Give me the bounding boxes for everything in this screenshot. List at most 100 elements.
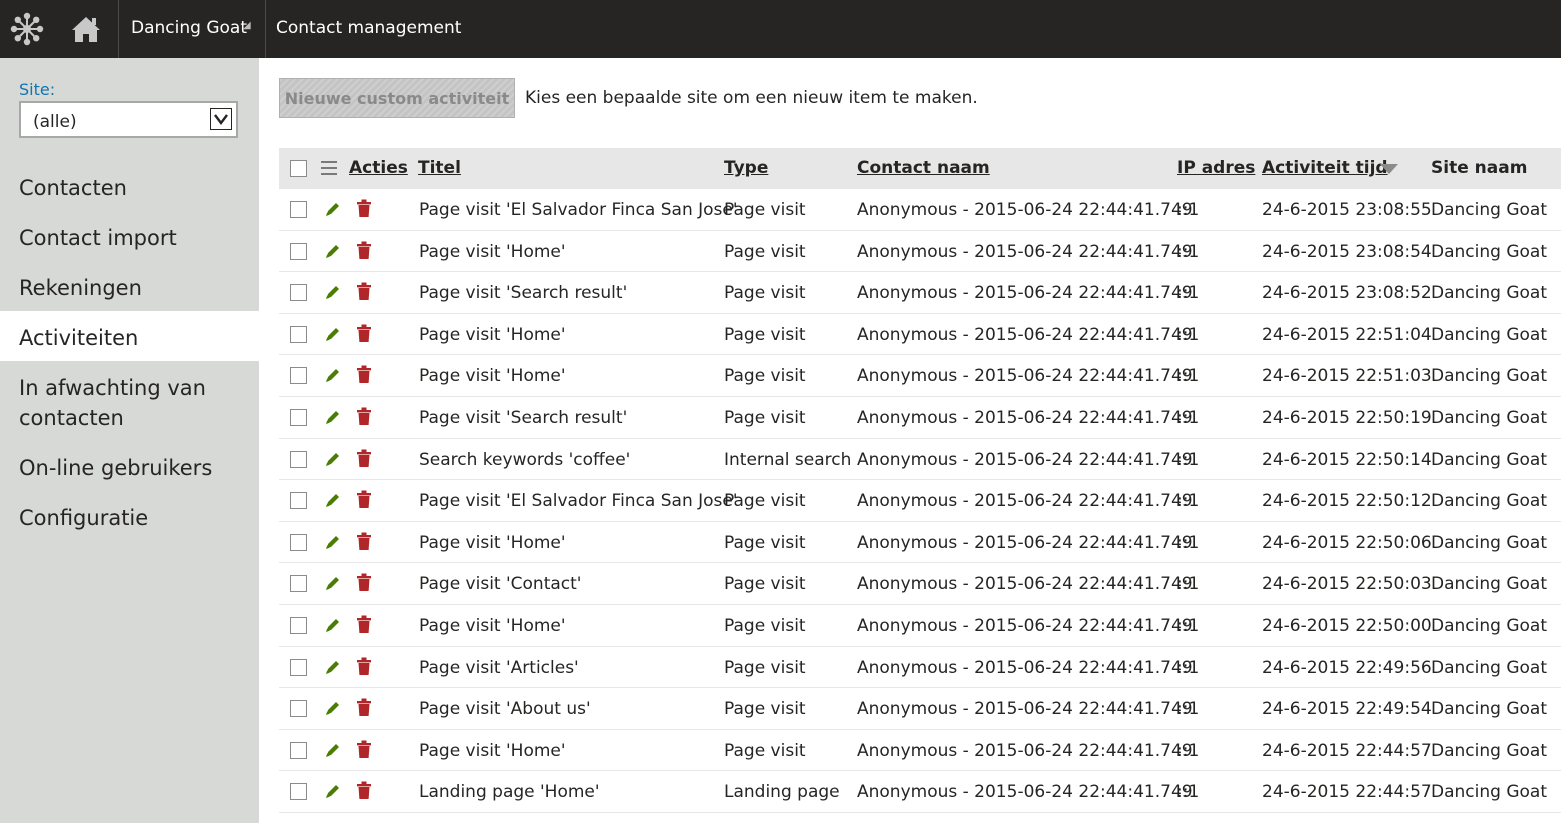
delete-icon[interactable] [356, 740, 372, 759]
cell-title: Page visit 'Home' [419, 324, 566, 345]
sidebar-item-online-gebruikers[interactable]: On-line gebruikers [0, 453, 259, 483]
site-select-value: (alle) [33, 112, 77, 132]
sidebar-item-contacten[interactable]: Contacten [0, 173, 259, 203]
edit-icon[interactable] [324, 491, 342, 509]
sidebar-item-contact-import[interactable]: Contact import [0, 223, 259, 253]
delete-icon[interactable] [356, 532, 372, 551]
sidebar-item-afwachting-contacten[interactable]: In afwachting van contacten [0, 373, 230, 433]
delete-icon[interactable] [356, 241, 372, 260]
cell-contact: Anonymous - 2015-06-24 22:44:41.749 [857, 407, 1193, 428]
edit-icon[interactable] [324, 450, 342, 468]
edit-icon[interactable] [324, 658, 342, 676]
delete-icon[interactable] [356, 573, 372, 592]
row-checkbox[interactable] [290, 242, 307, 260]
delete-icon[interactable] [356, 615, 372, 634]
row-checkbox[interactable] [290, 408, 307, 426]
select-all-checkbox[interactable] [290, 160, 307, 177]
edit-icon[interactable] [324, 699, 342, 717]
delete-icon[interactable] [356, 781, 372, 800]
cell-title: Page visit 'Home' [419, 532, 566, 553]
new-custom-activity-button[interactable]: Nieuwe custom activiteit [279, 78, 515, 118]
row-checkbox[interactable] [290, 658, 307, 676]
row-checkbox[interactable] [290, 741, 307, 759]
cell-ip: ::1 [1177, 491, 1200, 512]
site-select[interactable]: (alle) [19, 101, 238, 138]
delete-icon[interactable] [356, 407, 372, 426]
row-checkbox[interactable] [290, 700, 307, 718]
sidebar-item-activiteiten[interactable]: Activiteiten [0, 311, 259, 361]
cell-contact: Anonymous - 2015-06-24 22:44:41.749 [857, 324, 1193, 345]
edit-icon[interactable] [324, 200, 342, 218]
table-row: Page visit 'Home' Page visit Anonymous - 2… [279, 522, 1561, 564]
edit-icon[interactable] [324, 366, 342, 384]
row-checkbox[interactable] [290, 533, 307, 551]
table-row: Page visit 'Search result' Page visit Anon… [279, 272, 1561, 314]
row-checkbox[interactable] [290, 783, 307, 801]
row-checkbox[interactable] [290, 450, 307, 468]
delete-icon[interactable] [356, 282, 372, 301]
table-row: Page visit 'Home' Page visit Anonymous - 2… [279, 605, 1561, 647]
edit-icon[interactable] [324, 533, 342, 551]
row-checkbox[interactable] [290, 325, 307, 343]
delete-icon[interactable] [356, 490, 372, 509]
header-activiteit-tijd[interactable]: Activiteit tijd [1262, 158, 1388, 178]
kentico-logo-icon[interactable] [0, 0, 54, 58]
row-checkbox[interactable] [290, 367, 307, 385]
delete-icon[interactable] [356, 199, 372, 218]
cell-time: 24-6-2015 22:49:54 [1262, 699, 1432, 720]
edit-icon[interactable] [324, 616, 342, 634]
column-menu-icon[interactable] [321, 161, 337, 175]
cell-type: Page visit [724, 574, 806, 595]
delete-icon[interactable] [356, 657, 372, 676]
cell-title: Page visit 'Home' [419, 241, 566, 262]
sidebar-item-configuratie[interactable]: Configuratie [0, 503, 259, 533]
cell-contact: Anonymous - 2015-06-24 22:44:41.749 [857, 283, 1193, 304]
header-type[interactable]: Type [724, 158, 768, 178]
delete-icon[interactable] [356, 324, 372, 343]
row-checkbox[interactable] [290, 201, 307, 218]
row-checkbox[interactable] [290, 284, 307, 302]
cell-ip: ::1 [1177, 449, 1200, 470]
header-acties[interactable]: Acties [349, 158, 408, 178]
cell-site: Dancing Goat [1431, 200, 1547, 220]
edit-icon[interactable] [324, 325, 342, 343]
site-filter-label: Site: [19, 80, 56, 99]
row-checkbox[interactable] [290, 616, 307, 634]
edit-icon[interactable] [324, 574, 342, 592]
table-row: Page visit 'Articles' Page visit Anonymous… [279, 647, 1561, 689]
cell-site: Dancing Goat [1431, 324, 1547, 345]
header-titel[interactable]: Titel [418, 158, 461, 178]
edit-icon[interactable] [324, 741, 342, 759]
row-checkbox[interactable] [290, 575, 307, 593]
edit-icon[interactable] [324, 283, 342, 301]
cell-ip: ::1 [1177, 283, 1200, 304]
sort-descending-icon[interactable] [1380, 164, 1398, 174]
edit-icon[interactable] [324, 782, 342, 800]
edit-icon[interactable] [324, 242, 342, 260]
cell-ip: ::1 [1177, 324, 1200, 345]
cell-type: Page visit [724, 657, 806, 678]
home-icon[interactable] [54, 0, 118, 58]
table-row: Page visit 'El Salvador Finca San Jose' P… [279, 189, 1561, 231]
delete-icon[interactable] [356, 698, 372, 717]
header-contact-naam[interactable]: Contact naam [857, 158, 990, 178]
cell-ip: ::1 [1177, 740, 1200, 761]
cell-time: 24-6-2015 22:44:57 [1262, 740, 1432, 761]
cell-time: 24-6-2015 22:51:04 [1262, 324, 1432, 345]
delete-icon[interactable] [356, 449, 372, 468]
delete-icon[interactable] [356, 365, 372, 384]
table-row: Page visit 'Search result' Page visit Anon… [279, 397, 1561, 439]
site-switcher[interactable]: Dancing Goat ◢ [118, 0, 266, 58]
cell-contact: Anonymous - 2015-06-24 22:44:41.749 [857, 740, 1193, 761]
cell-title: Page visit 'Contact' [419, 574, 582, 595]
cell-ip: ::1 [1177, 366, 1200, 387]
sidebar-item-rekeningen[interactable]: Rekeningen [0, 273, 259, 303]
row-checkbox[interactable] [290, 492, 307, 510]
cell-contact: Anonymous - 2015-06-24 22:44:41.749 [857, 699, 1193, 720]
cell-site: Dancing Goat [1431, 241, 1547, 262]
chevron-down-icon[interactable] [210, 108, 232, 130]
grid-body: Page visit 'El Salvador Finca San Jose' P… [279, 189, 1561, 813]
header-ip-adres[interactable]: IP adres [1177, 158, 1255, 178]
edit-icon[interactable] [324, 408, 342, 426]
cell-time: 24-6-2015 22:51:03 [1262, 366, 1432, 387]
